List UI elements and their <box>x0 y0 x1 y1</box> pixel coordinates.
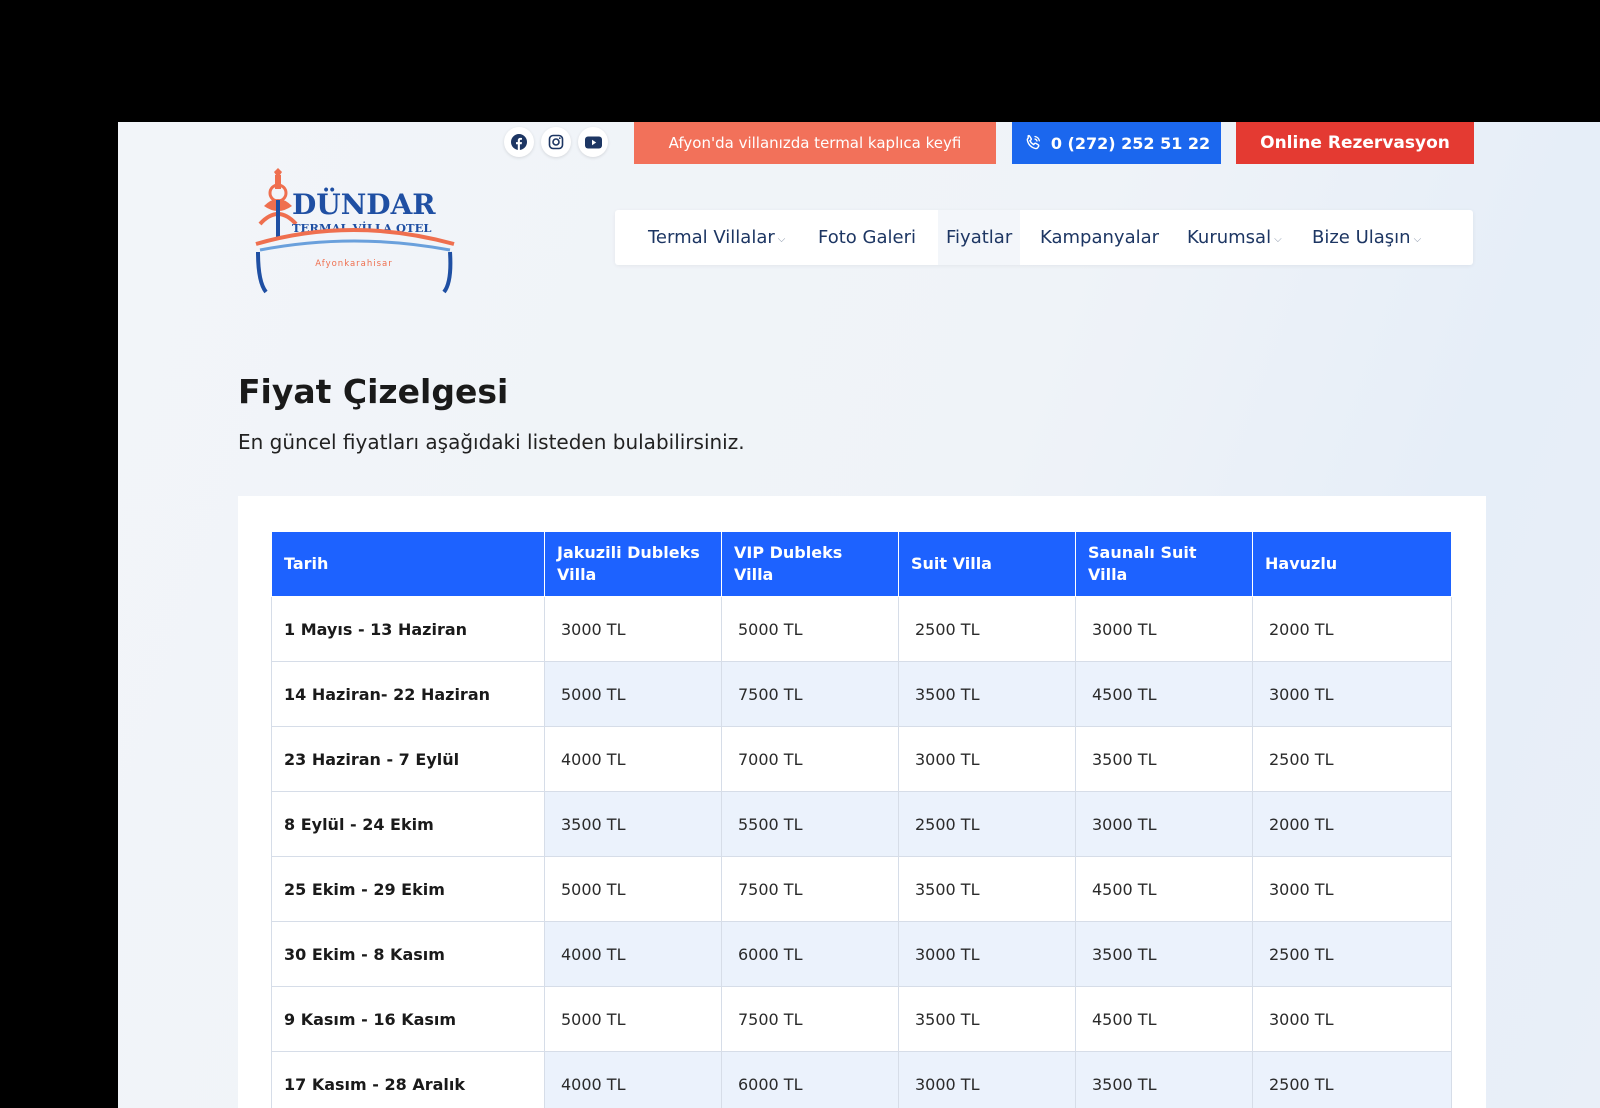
price-cell: 4000 TL <box>544 921 722 987</box>
date-range-cell: 23 Haziran - 7 Eylül <box>271 726 545 792</box>
price-cell: 6000 TL <box>721 1051 899 1108</box>
price-table: Tarih Jakuzili Dubleks Villa VIP Dubleks… <box>271 531 1452 1108</box>
price-cell: 3000 TL <box>898 1051 1076 1108</box>
price-cell: 5500 TL <box>721 791 899 857</box>
youtube-icon[interactable] <box>578 127 608 157</box>
price-cell: 3000 TL <box>1252 661 1452 727</box>
price-cell: 3500 TL <box>898 661 1076 727</box>
chevron-down-icon: ⌵ <box>1274 234 1282 245</box>
date-range-cell: 25 Ekim - 29 Ekim <box>271 856 545 922</box>
online-reservation-button[interactable]: Online Rezervasyon <box>1236 122 1474 164</box>
price-cell: 6000 TL <box>721 921 899 987</box>
table-row: 17 Kasım - 28 Aralık 4000 TL 6000 TL 3000 T… <box>271 1051 1452 1108</box>
price-table-body: 1 Mayıs - 13 Haziran 3000 TL 5000 TL 2500 T… <box>271 596 1452 1108</box>
nav-item-label: Fiyatlar <box>946 227 1013 248</box>
date-range-cell: 9 Kasım - 16 Kasım <box>271 986 545 1052</box>
date-range-cell: 1 Mayıs - 13 Haziran <box>271 596 545 662</box>
table-row: 23 Haziran - 7 Eylül 4000 TL 7000 TL 3000 T… <box>271 726 1452 792</box>
price-table-card: Tarih Jakuzili Dubleks Villa VIP Dubleks… <box>238 496 1486 1108</box>
nav-item-label: Kurumsal <box>1187 227 1272 248</box>
price-cell: 2500 TL <box>1252 921 1452 987</box>
nav-item-label: Bize Ulaşın <box>1312 227 1411 248</box>
nav-item-bize-ulasin[interactable]: Bize Ulaşın ⌵ <box>1312 210 1421 265</box>
promo-label: Afyon'da villanızda termal kaplıca keyfi <box>668 134 962 152</box>
nav-item-kampanyalar[interactable]: Kampanyalar <box>1040 210 1159 265</box>
instagram-icon[interactable] <box>541 127 571 157</box>
price-cell: 5000 TL <box>721 596 899 662</box>
price-cell: 3000 TL <box>544 596 722 662</box>
table-row: 8 Eylül - 24 Ekim 3500 TL 5500 TL 2500 TL 30… <box>271 791 1452 857</box>
price-cell: 3000 TL <box>1252 856 1452 922</box>
price-cell: 2000 TL <box>1252 596 1452 662</box>
price-cell: 3500 TL <box>544 791 722 857</box>
date-range-cell: 17 Kasım - 28 Aralık <box>271 1051 545 1108</box>
price-cell: 3500 TL <box>898 986 1076 1052</box>
price-cell: 4500 TL <box>1075 661 1253 727</box>
nav-item-fiyatlar[interactable]: Fiyatlar <box>938 210 1021 265</box>
price-cell: 5000 TL <box>544 856 722 922</box>
phone-button[interactable]: 0 (272) 252 51 22 <box>1012 122 1221 164</box>
price-cell: 3000 TL <box>1075 791 1253 857</box>
promo-button[interactable]: Afyon'da villanızda termal kaplıca keyfi <box>634 122 996 164</box>
price-cell: 4500 TL <box>1075 856 1253 922</box>
price-cell: 3000 TL <box>1075 596 1253 662</box>
nav-item-termal-villalar[interactable]: Termal Villalar ⌵ <box>648 210 785 265</box>
chevron-down-icon: ⌵ <box>777 234 786 245</box>
date-range-cell: 14 Haziran- 22 Haziran <box>271 661 545 727</box>
price-cell: 3000 TL <box>1252 986 1452 1052</box>
table-row: 14 Haziran- 22 Haziran 5000 TL 7500 TL 3500… <box>271 661 1452 727</box>
price-cell: 7500 TL <box>721 986 899 1052</box>
nav-item-label: Foto Galeri <box>818 227 916 248</box>
price-cell: 7500 TL <box>721 856 899 922</box>
price-cell: 3500 TL <box>1075 921 1253 987</box>
reservation-label: Online Rezervasyon <box>1260 133 1450 153</box>
column-header: Jakuzili Dubleks Villa <box>544 531 722 597</box>
table-row: 9 Kasım - 16 Kasım 5000 TL 7500 TL 3500 TL 4… <box>271 986 1452 1052</box>
price-cell: 7000 TL <box>721 726 899 792</box>
price-cell: 5000 TL <box>544 661 722 727</box>
price-cell: 2500 TL <box>1252 726 1452 792</box>
price-cell: 4000 TL <box>544 1051 722 1108</box>
price-cell: 3500 TL <box>898 856 1076 922</box>
price-cell: 7500 TL <box>721 661 899 727</box>
price-cell: 3500 TL <box>1075 726 1253 792</box>
nav-item-foto-galeri[interactable]: Foto Galeri <box>818 210 916 265</box>
table-row: 30 Ekim - 8 Kasım 4000 TL 6000 TL 3000 TL 35… <box>271 921 1452 987</box>
nav-item-label: Termal Villalar <box>648 227 775 248</box>
price-cell: 4000 TL <box>544 726 722 792</box>
date-range-cell: 30 Ekim - 8 Kasım <box>271 921 545 987</box>
price-cell: 2500 TL <box>898 791 1076 857</box>
nav-item-kurumsal[interactable]: Kurumsal ⌵ <box>1187 210 1282 265</box>
table-row: 1 Mayıs - 13 Haziran 3000 TL 5000 TL 2500 T… <box>271 596 1452 662</box>
price-cell: 2500 TL <box>898 596 1076 662</box>
column-header: Tarih <box>271 531 545 597</box>
price-cell: 5000 TL <box>544 986 722 1052</box>
logo-city: Afyonkarahisar <box>315 259 393 269</box>
price-cell: 2000 TL <box>1252 791 1452 857</box>
column-header: Saunalı Suit Villa <box>1075 531 1253 597</box>
page-title: Fiyat Çizelgesi <box>238 372 509 411</box>
table-row: 25 Ekim - 29 Ekim 5000 TL 7500 TL 3500 TL 45… <box>271 856 1452 922</box>
phone-label: 0 (272) 252 51 22 <box>1050 133 1211 153</box>
price-cell: 3500 TL <box>1075 1051 1253 1108</box>
column-header: VIP Dubleks Villa <box>721 531 899 597</box>
table-header-row: Tarih Jakuzili Dubleks Villa VIP Dubleks… <box>271 531 1452 597</box>
page: Afyon'da villanızda termal kaplıca keyfi… <box>118 122 1600 1108</box>
date-range-cell: 8 Eylül - 24 Ekim <box>271 791 545 857</box>
main-nav: Termal Villalar ⌵ Foto Galeri Fiyatlar Ka… <box>615 210 1473 265</box>
price-cell: 2500 TL <box>1252 1051 1452 1108</box>
column-header: Havuzlu <box>1252 531 1452 597</box>
chevron-down-icon: ⌵ <box>1413 234 1422 245</box>
hotel-logo[interactable]: DÜNDAR TERMAL VİLLA OTEL Afyonkarahisar <box>250 166 460 296</box>
nav-item-label: Kampanyalar <box>1040 227 1160 248</box>
price-cell: 3000 TL <box>898 921 1076 987</box>
facebook-icon[interactable] <box>504 127 534 157</box>
price-cell: 4500 TL <box>1075 986 1253 1052</box>
price-cell: 3000 TL <box>898 726 1076 792</box>
logo-name: DÜNDAR <box>292 187 436 221</box>
phone-icon <box>1026 134 1040 150</box>
page-subtitle: En güncel fiyatları aşağıdaki listeden b… <box>238 430 745 454</box>
column-header: Suit Villa <box>898 531 1076 597</box>
